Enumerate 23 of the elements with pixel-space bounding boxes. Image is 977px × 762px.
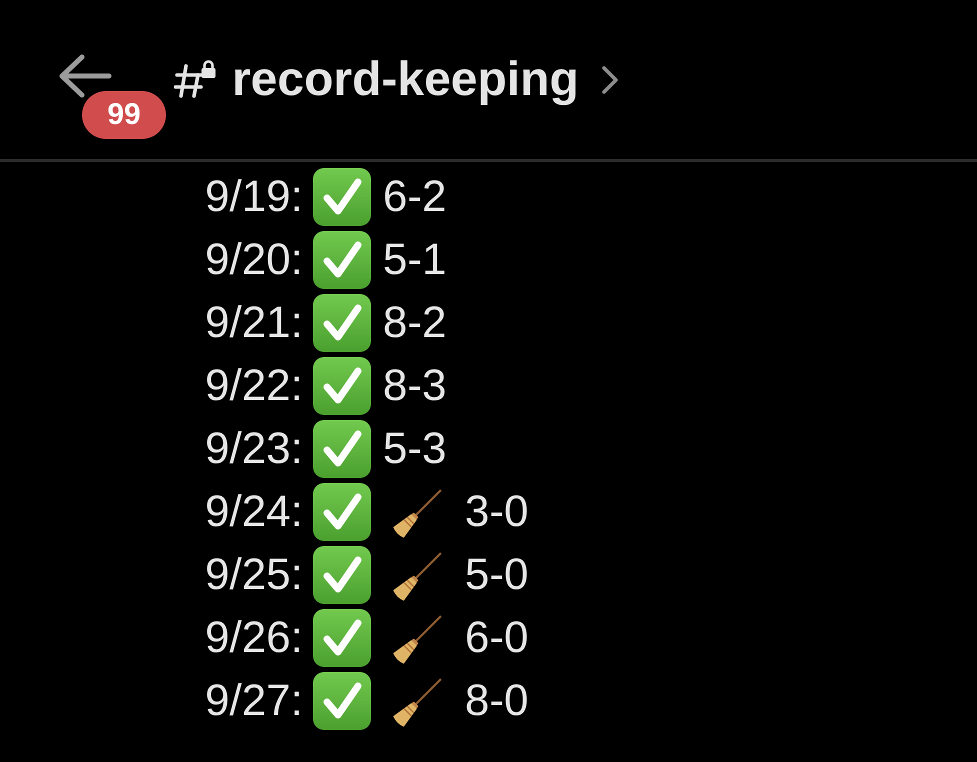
- date-label: 9/19:: [205, 174, 303, 218]
- date-label: 9/27:: [205, 678, 303, 722]
- unread-count-badge: 99: [82, 91, 166, 139]
- date-label: 9/25:: [205, 552, 303, 596]
- back-button[interactable]: 99: [58, 54, 168, 141]
- score-text: 5-0: [464, 552, 528, 596]
- date-label: 9/21:: [205, 300, 303, 344]
- score-text: 3-0: [464, 490, 528, 534]
- date-label: 9/24:: [205, 490, 303, 534]
- score-text: 8-3: [382, 364, 446, 408]
- date-label: 9/23:: [205, 426, 303, 470]
- date-label: 9/20:: [205, 238, 303, 282]
- score-text: 6-2: [382, 174, 446, 218]
- arrow-left-icon: [58, 54, 112, 98]
- score-text: 5-3: [382, 426, 446, 470]
- chevron-right-icon: [600, 64, 619, 94]
- score-text: 5-1: [382, 238, 446, 282]
- channel-title[interactable]: record-keeping: [232, 56, 579, 104]
- score-text: 8-0: [464, 678, 528, 722]
- date-label: 9/22:: [205, 364, 303, 408]
- date-label: 9/26:: [205, 616, 303, 660]
- score-text: 6-0: [464, 616, 528, 660]
- score-text: 8-2: [382, 300, 446, 344]
